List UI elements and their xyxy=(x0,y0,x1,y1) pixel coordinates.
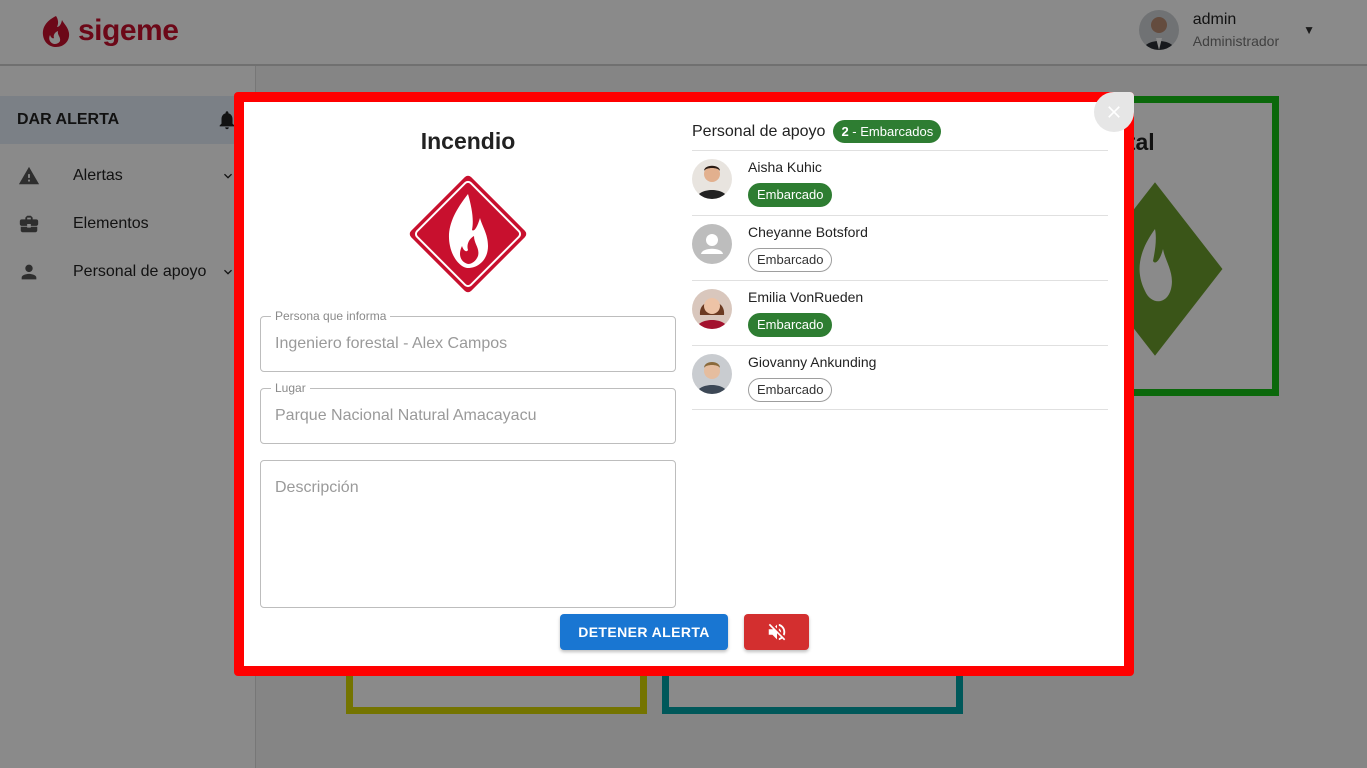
staff-list-item[interactable]: Cheyanne Botsford Embarcado xyxy=(692,215,1108,280)
staff-list-item[interactable]: Giovanny Ankunding Embarcado xyxy=(692,345,1108,410)
staff-name: Aisha Kuhic xyxy=(748,159,822,175)
alert-dialog: Incendio Persona que informa Ingeniero f… xyxy=(234,92,1134,676)
status-chip[interactable]: Embarcado xyxy=(748,313,833,337)
close-icon xyxy=(1108,106,1120,118)
reporter-label: Persona que informa xyxy=(271,309,391,323)
reporter-value: Ingeniero forestal - Alex Campos xyxy=(275,335,508,352)
status-chip[interactable]: Embarcado xyxy=(748,183,833,207)
boarded-count-suffix: - Embarcados xyxy=(852,124,934,139)
boarded-count: 2 xyxy=(841,124,849,139)
place-field[interactable]: Lugar Parque Nacional Natural Amacayacu xyxy=(260,381,676,444)
staff-list-item[interactable]: Aisha Kuhic Embarcado xyxy=(692,150,1108,215)
place-value: Parque Nacional Natural Amacayacu xyxy=(275,407,537,424)
volume-off-icon xyxy=(768,623,785,641)
boarded-count-badge: 2 - Embarcados xyxy=(833,120,942,143)
staff-name: Cheyanne Botsford xyxy=(748,224,868,240)
staff-name: Giovanny Ankunding xyxy=(748,354,877,370)
stop-alert-button[interactable]: DETENER ALERTA xyxy=(560,614,728,650)
status-chip[interactable]: Embarcado xyxy=(748,378,833,402)
staff-name: Emilia VonRueden xyxy=(748,289,864,305)
staff-title: Personal de apoyo xyxy=(692,122,826,140)
reporter-field[interactable]: Persona que informa Ingeniero forestal -… xyxy=(260,309,676,372)
staff-header: Personal de apoyo 2 - Embarcados xyxy=(692,120,942,143)
staff-list: Aisha Kuhic Embarcado Cheyanne Botsford … xyxy=(692,150,1108,410)
dialog-title: Incendio xyxy=(420,128,516,154)
staff-list-item[interactable]: Emilia VonRueden Embarcado xyxy=(692,280,1108,345)
place-label: Lugar xyxy=(271,381,310,395)
avatar xyxy=(692,354,732,394)
status-chip[interactable]: Embarcado xyxy=(748,248,833,272)
fire-hazard-icon xyxy=(406,172,530,296)
avatar xyxy=(692,224,732,264)
close-button[interactable] xyxy=(1094,92,1134,132)
mute-button[interactable] xyxy=(744,614,809,650)
description-placeholder: Descripción xyxy=(275,479,359,496)
avatar xyxy=(692,159,732,199)
avatar xyxy=(692,289,732,329)
description-textarea[interactable]: Descripción xyxy=(260,460,676,608)
